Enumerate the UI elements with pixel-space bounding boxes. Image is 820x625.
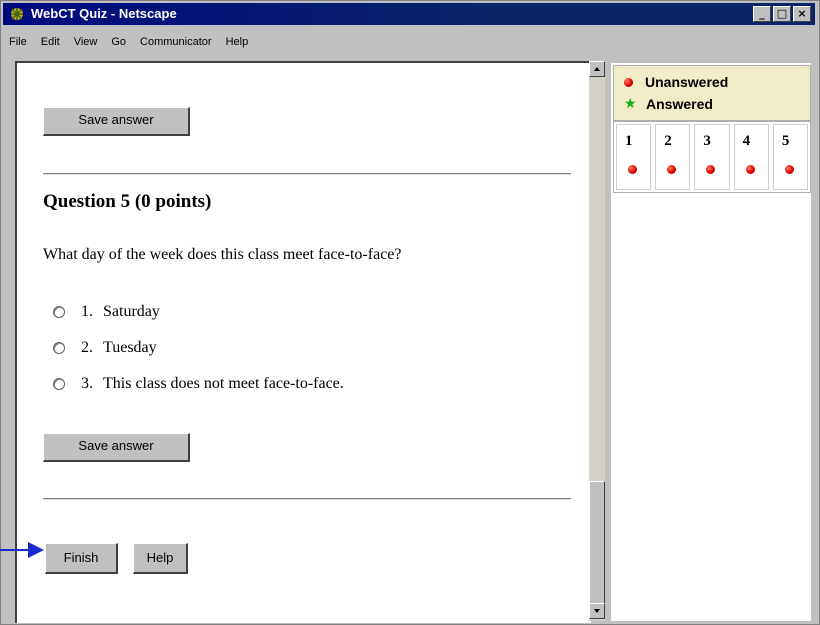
question-cell-4[interactable]: 4 (733, 124, 769, 190)
radio-button[interactable] (53, 306, 65, 318)
scroll-thumb[interactable] (589, 481, 605, 605)
red-dot-icon (628, 165, 637, 174)
red-dot-icon (706, 165, 716, 174)
title-bar[interactable]: WebCT Quiz - Netscape _ □ × (3, 3, 815, 25)
option-label: Saturday (103, 303, 160, 320)
red-dot-icon (624, 77, 633, 87)
netscape-icon (11, 8, 23, 20)
scroll-down-button[interactable] (589, 603, 605, 619)
menu-communicator[interactable]: Communicator (134, 36, 220, 54)
menu-file[interactable]: File (3, 36, 35, 54)
divider (43, 173, 571, 175)
menu-bar: File Edit View Go Communicator Help (3, 36, 256, 54)
status-legend: Unanswered ★ Answered (613, 65, 811, 121)
question-cell-5[interactable]: 5 (772, 124, 809, 190)
browser-window: WebCT Quiz - Netscape _ □ × File Edit Vi… (0, 0, 820, 625)
menu-view[interactable]: View (68, 36, 106, 54)
save-answer-button-top[interactable]: Save answer (43, 107, 190, 136)
menu-edit[interactable]: Edit (35, 36, 68, 54)
question-title: Question 5 (0 points) (43, 191, 212, 212)
finish-button[interactable]: Finish (45, 543, 118, 574)
window-title: WebCT Quiz - Netscape (31, 6, 177, 21)
answer-option-1[interactable]: 1. Saturday (53, 303, 160, 321)
question-cell-1[interactable]: 1 (616, 124, 652, 190)
radio-button[interactable] (53, 342, 65, 354)
option-number: 3. (81, 375, 93, 392)
quiz-content-frame: Save answer Question 5 (0 points) What d… (15, 61, 591, 623)
question-number: 1 (625, 133, 633, 149)
question-status-panel: Unanswered ★ Answered 1 2 3 4 5 (611, 63, 811, 621)
maximize-button[interactable]: □ (773, 6, 791, 22)
close-button[interactable]: × (793, 6, 811, 22)
menu-go[interactable]: Go (105, 36, 134, 54)
option-number: 2. (81, 339, 93, 356)
red-dot-icon (667, 165, 677, 174)
minimize-button[interactable]: _ (753, 6, 771, 22)
question-cell-3[interactable]: 3 (694, 124, 730, 190)
legend-unanswered-label: Unanswered (645, 74, 729, 90)
question-number: 3 (703, 133, 711, 149)
radio-button[interactable] (53, 378, 65, 390)
question-number: 2 (664, 133, 672, 149)
scroll-up-button[interactable] (589, 61, 605, 77)
legend-answered: ★ Answered (624, 96, 713, 112)
option-label: Tuesday (103, 339, 157, 356)
menu-help[interactable]: Help (220, 36, 257, 54)
legend-answered-label: Answered (646, 96, 713, 112)
green-star-icon: ★ (624, 96, 637, 112)
vertical-scrollbar[interactable] (589, 61, 605, 621)
pointer-arrow-icon (0, 542, 44, 558)
question-text: What day of the week does this class mee… (43, 246, 402, 263)
option-number: 1. (81, 303, 93, 320)
question-cell-2[interactable]: 2 (655, 124, 691, 190)
divider (43, 498, 571, 500)
question-number: 5 (781, 133, 790, 149)
answer-option-2[interactable]: 2. Tuesday (53, 339, 157, 357)
help-button[interactable]: Help (133, 543, 188, 574)
arrow-up-icon (594, 67, 600, 71)
arrow-down-icon (594, 609, 600, 613)
red-dot-icon (745, 165, 755, 174)
save-answer-button[interactable]: Save answer (43, 433, 190, 462)
question-grid: 1 2 3 4 5 (613, 121, 811, 193)
legend-unanswered: Unanswered (624, 74, 728, 90)
question-number: 4 (742, 133, 751, 149)
answer-option-3[interactable]: 3. This class does not meet face-to-face… (53, 375, 344, 393)
red-dot-icon (784, 165, 794, 174)
option-label: This class does not meet face-to-face. (103, 375, 344, 392)
